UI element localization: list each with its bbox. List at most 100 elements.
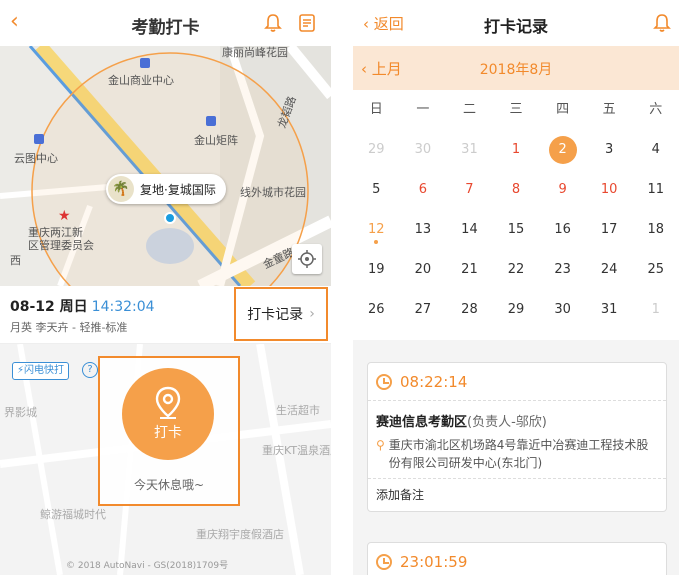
calendar-day[interactable]: 18 — [632, 210, 679, 250]
calendar-day[interactable]: 15 — [493, 210, 540, 250]
attendance-screen: ‹ 考勤打卡 康丽尚峰花园 金山商业中心 金山矩阵 龙韬路 云图中心 线外城市花… — [0, 0, 331, 575]
calendar-day[interactable]: 29 — [353, 130, 400, 170]
records-screen: ‹ 返回 打卡记录 ‹ 上月 2018年8月 日 一 二 三 四 五 六 29 … — [353, 0, 679, 575]
calendar-day[interactable]: 13 — [400, 210, 447, 250]
calendar-day[interactable]: 9 — [539, 170, 586, 210]
area-name: 赛迪信息考勤区 — [376, 415, 468, 430]
map-label: 生活超市 — [276, 404, 320, 417]
calendar-day[interactable]: 25 — [632, 250, 679, 290]
attendance-area: 赛迪信息考勤区(负责人-邬欣) — [376, 411, 658, 430]
location-pin-icon: ⚲ — [376, 438, 385, 452]
map-label: 金山矩阵 — [194, 134, 238, 147]
calendar-day[interactable]: 5 — [353, 170, 400, 210]
current-month: 2018年8月 — [479, 62, 553, 78]
calendar-day[interactable]: 4 — [632, 130, 679, 170]
flash-punch-label: 闪电快打 — [24, 365, 65, 376]
weekday-label: 三 — [509, 102, 523, 117]
address-row: ⚲ 重庆市渝北区机场路4号靠近中冶赛迪工程技术股份有限公司研发中心(东北门) — [376, 436, 658, 472]
calendar-week: 5 6 7 8 9 10 11 — [353, 170, 679, 210]
calendar-day[interactable]: 22 — [493, 250, 540, 290]
calendar-day[interactable]: 24 — [586, 250, 633, 290]
record-time: 08:22:14 — [400, 372, 468, 391]
calendar-day[interactable]: 30 — [539, 290, 586, 330]
map-label: 重庆两江新 区管理委员会 — [28, 226, 94, 252]
calendar-day[interactable]: 29 — [493, 290, 540, 330]
calendar-day[interactable]: 23 — [539, 250, 586, 290]
map-label: 重庆KT温泉酒店 — [262, 444, 331, 457]
current-time: 14:32:04 — [91, 299, 155, 315]
record-location: 赛迪信息考勤区(负责人-邬欣) ⚲ 重庆市渝北区机场路4号靠近中冶赛迪工程技术股… — [368, 401, 666, 479]
calendar-day[interactable]: 21 — [446, 250, 493, 290]
record-time-row: 23:01:59 — [368, 543, 666, 575]
map-label: 云图中心 — [14, 152, 58, 165]
calendar-day[interactable]: 10 — [586, 170, 633, 210]
calendar-day[interactable]: 20 — [400, 250, 447, 290]
weekday-label: 六 — [649, 102, 663, 117]
weekday-label: 一 — [416, 102, 430, 117]
calendar-day-selected[interactable]: 2 — [539, 130, 586, 170]
add-note-button[interactable]: 添加备注 — [368, 479, 666, 511]
calendar-week: 26 27 28 29 30 31 1 — [353, 290, 679, 330]
page-title: 打卡记录 — [483, 17, 548, 36]
month-nav: ‹ 上月 2018年8月 — [353, 46, 679, 90]
calendar-week: 19 20 21 22 23 24 25 — [353, 250, 679, 290]
calendar-day[interactable]: 31 — [446, 130, 493, 170]
chevron-right-icon: › — [309, 306, 315, 322]
calendar-day[interactable]: 30 — [400, 130, 447, 170]
rest-status: 今天休息哦~ — [133, 478, 205, 492]
poi-marker — [140, 58, 150, 68]
punch-button[interactable]: 打卡 — [122, 368, 214, 460]
map-label: 金山商业中心 — [108, 74, 174, 87]
weekday-header: 日 一 二 三 四 五 六 — [353, 90, 679, 130]
calendar-day[interactable]: 11 — [632, 170, 679, 210]
punch-records-label: 打卡记录 — [247, 307, 304, 323]
calendar: 日 一 二 三 四 五 六 29 30 31 1 2 3 4 5 6 7 8 9… — [353, 90, 679, 340]
bell-icon[interactable] — [262, 12, 284, 34]
map-label: 线外城市花园 — [240, 186, 306, 199]
today-label: 12 — [368, 222, 385, 237]
calendar-day[interactable]: 28 — [446, 290, 493, 330]
clock-icon — [376, 373, 392, 390]
address-text: 重庆市渝北区机场路4号靠近中冶赛迪工程技术股份有限公司研发中心(东北门) — [388, 438, 649, 470]
locate-button[interactable] — [292, 244, 322, 274]
map-view[interactable]: 康丽尚峰花园 金山商业中心 金山矩阵 龙韬路 云图中心 线外城市花园 ★ 重庆两… — [0, 46, 331, 286]
clock-icon — [376, 553, 392, 570]
calendar-day-today[interactable]: 12 — [353, 210, 400, 250]
calendar-day[interactable]: 14 — [446, 210, 493, 250]
calendar-day[interactable]: 1 — [632, 290, 679, 330]
punch-record-card: 23:01:59 — [367, 542, 667, 575]
calendar-day[interactable]: 8 — [493, 170, 540, 210]
government-star-icon: ★ — [58, 208, 71, 224]
poi-marker — [206, 116, 216, 126]
location-callout[interactable]: 🌴 复地·复城国际 — [106, 174, 226, 204]
calendar-day[interactable]: 1 — [493, 130, 540, 170]
area-owner: (负责人-邬欣) — [467, 415, 547, 430]
calendar-day[interactable]: 19 — [353, 250, 400, 290]
calendar-day[interactable]: 6 — [400, 170, 447, 210]
calendar-day[interactable]: 31 — [586, 290, 633, 330]
calendar-day[interactable]: 17 — [586, 210, 633, 250]
calendar-day[interactable]: 7 — [446, 170, 493, 210]
calendar-day[interactable]: 26 — [353, 290, 400, 330]
calendar-day[interactable]: 27 — [400, 290, 447, 330]
punch-records-button[interactable]: 打卡记录 › — [234, 287, 328, 341]
callout-text: 复地·复城国际 — [140, 182, 216, 197]
lightning-icon: ⚡ — [17, 365, 25, 376]
selected-day-label: 2 — [548, 136, 577, 164]
calendar-day[interactable]: 16 — [539, 210, 586, 250]
record-time: 23:01:59 — [400, 552, 468, 571]
help-icon[interactable]: ? — [82, 362, 98, 378]
building-thumbnail-icon: 🌴 — [108, 176, 134, 202]
crosshair-icon — [298, 250, 316, 268]
list-document-icon[interactable] — [296, 12, 318, 34]
header: ‹ 考勤打卡 — [0, 0, 331, 46]
current-location-dot — [164, 212, 176, 224]
weekday-label: 五 — [602, 102, 616, 117]
punch-label: 打卡 — [154, 425, 182, 441]
map-label: 康丽尚峰花园 — [222, 46, 288, 59]
flash-punch-button[interactable]: ⚡闪电快打 — [12, 362, 70, 380]
bell-icon[interactable] — [651, 12, 673, 34]
calendar-day[interactable]: 3 — [586, 130, 633, 170]
location-pin-icon — [155, 386, 181, 419]
map-copyright: © 2018 AutoNavi - GS(2018)1709号 — [66, 561, 229, 571]
